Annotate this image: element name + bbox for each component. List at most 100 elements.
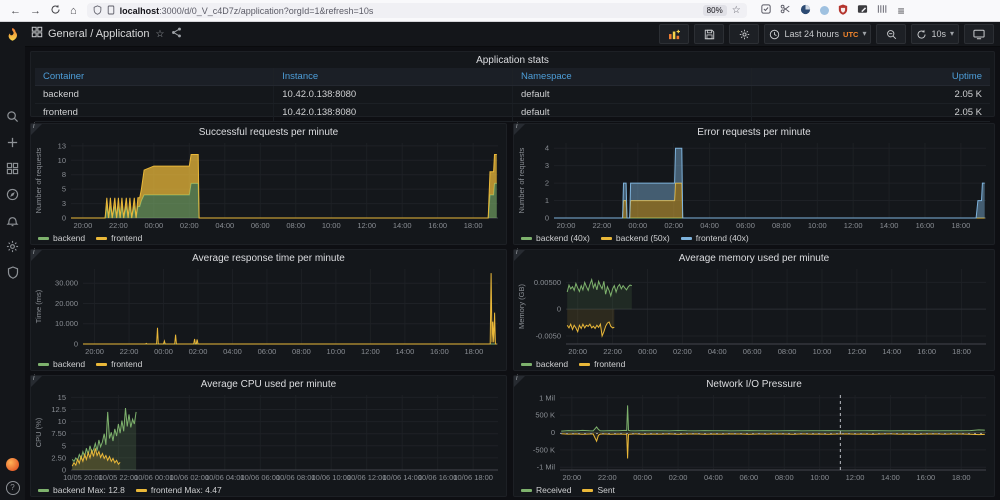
legend-item[interactable]: backend (50x) — [600, 233, 670, 243]
panel-title[interactable]: Average memory used per minute — [514, 253, 994, 264]
table-header-row: Container Instance Namespace Uptime — [35, 68, 990, 86]
caret-down-icon: ▾ — [949, 29, 954, 38]
extension-shield-icon[interactable] — [760, 4, 771, 17]
legend-item[interactable]: backend (40x) — [521, 233, 590, 243]
legend-item[interactable]: Sent — [582, 485, 615, 495]
svg-text:0: 0 — [62, 214, 66, 223]
dashboards-grid-icon[interactable] — [6, 162, 19, 175]
svg-text:20.000: 20.000 — [55, 299, 78, 308]
chart-canvas: 20:00 22:00 00:00 02:00 04:00 06:00 08:00 10:00… — [517, 143, 986, 230]
svg-text:00:00: 00:00 — [154, 347, 173, 356]
grafana-logo-icon[interactable] — [5, 27, 20, 42]
zoom-out-button[interactable] — [876, 24, 907, 44]
legend-swatch — [600, 236, 612, 240]
search-icon[interactable] — [6, 110, 19, 123]
add-panel-button[interactable] — [659, 24, 690, 44]
edit-page-icon[interactable] — [857, 4, 868, 17]
legend-item[interactable]: backend — [38, 359, 85, 369]
bookmark-star-icon[interactable]: ☆ — [732, 5, 741, 16]
svg-text:7.50: 7.50 — [51, 429, 66, 438]
panel-title[interactable]: Average CPU used per minute — [31, 379, 506, 390]
svg-text:10/06 02:00: 10/06 02:00 — [170, 473, 210, 482]
time-range-picker[interactable]: Last 24 hours UTC ▾ — [764, 24, 872, 44]
ublock-shield-icon[interactable] — [838, 4, 848, 18]
legend-item[interactable]: backend — [38, 233, 85, 243]
legend-swatch — [96, 362, 108, 366]
tab-grid-icon[interactable] — [877, 4, 888, 17]
svg-text:1: 1 — [545, 196, 549, 205]
dashboard-settings-button[interactable] — [729, 24, 760, 44]
refresh-button[interactable]: 10s ▾ — [911, 24, 959, 44]
table-column-header[interactable]: Uptime — [751, 68, 990, 86]
legend-label: frontend — [594, 359, 626, 369]
table-column-header[interactable]: Namespace — [512, 68, 752, 86]
legend-item[interactable]: frontend — [96, 233, 142, 243]
zoom-level-badge[interactable]: 80% — [702, 5, 727, 16]
chart-canvas: 10/05 20:0010/05 22:0010/06 00:0010/06 0… — [34, 393, 498, 482]
explore-compass-icon[interactable] — [6, 188, 19, 201]
svg-text:CPU (%): CPU (%) — [34, 417, 43, 447]
stats-table: Container Instance Namespace Uptime backend… — [35, 68, 990, 122]
panel-title[interactable]: Application stats — [31, 55, 994, 66]
favorite-star-icon[interactable]: ☆ — [156, 29, 165, 40]
svg-text:10/05 20:00: 10/05 20:00 — [63, 473, 103, 482]
extension-dot-icon[interactable] — [819, 6, 829, 15]
svg-text:10/06 10:00: 10/06 10:00 — [311, 473, 351, 482]
svg-text:22:00: 22:00 — [598, 473, 617, 482]
chart-legend: Received Sent — [521, 485, 615, 495]
profiler-pie-icon[interactable] — [800, 4, 811, 18]
panel-title[interactable]: Successful requests per minute — [31, 127, 506, 138]
svg-text:Number of requests: Number of requests — [517, 147, 526, 213]
panel-title[interactable]: Network I/O Pressure — [514, 379, 994, 390]
svg-text:06:00: 06:00 — [736, 221, 755, 230]
svg-text:5: 5 — [62, 185, 66, 194]
svg-text:02:00: 02:00 — [189, 347, 208, 356]
panel-title[interactable]: Error requests per minute — [514, 127, 994, 138]
panel-successful-requests: i Successful requests per minute 20:00 22… — [30, 123, 507, 245]
table-column-header[interactable]: Instance — [273, 68, 513, 86]
help-icon[interactable]: ? — [5, 481, 20, 495]
legend-swatch — [521, 488, 532, 492]
server-admin-shield-icon[interactable] — [7, 266, 19, 279]
legend-item[interactable]: Received — [521, 485, 571, 495]
reload-icon[interactable] — [50, 4, 61, 18]
chart-canvas: 20:00 22:00 00:00 02:00 04:00 06:00 08:00 10:00… — [34, 269, 498, 356]
chart-canvas: 20:00 22:00 00:00 02:00 04:00 06:00 08:00 10:00… — [533, 393, 986, 482]
panel-title[interactable]: Average response time per minute — [31, 253, 506, 264]
menu-icon[interactable]: ≡ — [898, 4, 905, 18]
breadcrumb[interactable]: General / Application — [48, 28, 150, 40]
legend-item[interactable]: frontend — [96, 359, 142, 369]
legend-swatch — [521, 362, 532, 366]
table-column-header[interactable]: Container — [35, 68, 275, 86]
table-cell: default — [512, 103, 752, 122]
configuration-gear-icon[interactable] — [6, 240, 19, 253]
dashboard-apps-icon[interactable] — [31, 25, 43, 43]
svg-text:-1 Mil: -1 Mil — [537, 463, 556, 472]
svg-text:18:00: 18:00 — [951, 221, 970, 230]
legend-item[interactable]: frontend — [579, 359, 625, 369]
save-dashboard-button[interactable] — [694, 24, 725, 44]
alerting-bell-icon[interactable] — [6, 214, 19, 227]
legend-item[interactable]: backend — [521, 359, 568, 369]
legend-item[interactable]: frontend (40x) — [680, 233, 749, 243]
share-icon[interactable] — [171, 25, 182, 43]
forward-icon[interactable]: → — [30, 5, 41, 17]
page-info-icon[interactable] — [107, 5, 115, 17]
url-bar[interactable]: localhost:3000/d/0_V_c4D7z/application?o… — [86, 3, 747, 18]
svg-text:10: 10 — [58, 156, 66, 165]
svg-text:0.00500: 0.00500 — [534, 278, 561, 287]
svg-text:02:00: 02:00 — [664, 221, 683, 230]
legend-item[interactable]: backend Max: 12.8 — [38, 485, 125, 495]
caret-down-icon: ▾ — [862, 29, 867, 38]
svg-text:06:00: 06:00 — [251, 221, 270, 230]
user-avatar[interactable] — [6, 458, 19, 471]
create-plus-icon[interactable] — [6, 136, 19, 149]
home-icon[interactable]: ⌂ — [70, 5, 77, 17]
legend-item[interactable]: frontend Max: 4.47 — [135, 485, 222, 495]
svg-text:08:00: 08:00 — [772, 221, 791, 230]
back-icon[interactable]: ← — [10, 5, 21, 17]
kiosk-tv-button[interactable] — [964, 24, 994, 44]
screenshot-scissors-icon[interactable] — [780, 4, 791, 17]
svg-text:14:00: 14:00 — [393, 221, 412, 230]
tracking-shield-icon[interactable] — [93, 4, 102, 17]
